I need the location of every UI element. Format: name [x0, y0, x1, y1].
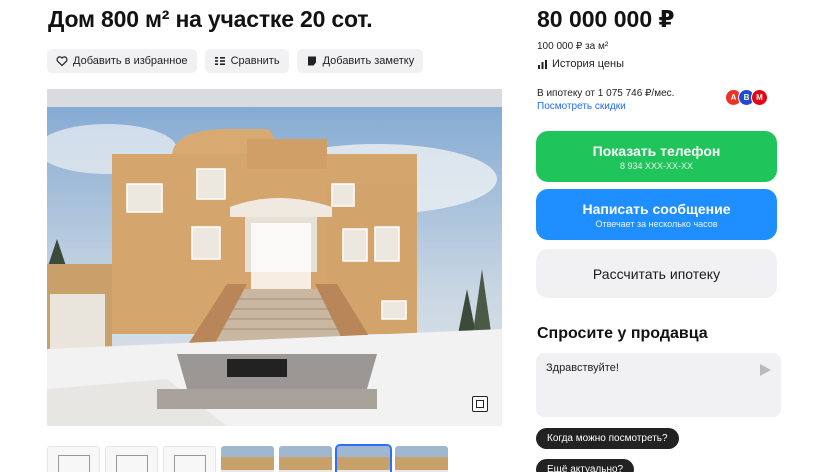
thumbnail-plan[interactable]: [163, 446, 216, 472]
mts-bank-icon: М: [751, 89, 768, 106]
price-history-link[interactable]: История цены: [537, 58, 624, 70]
write-message-button[interactable]: Написать сообщение Отвечает за несколько…: [536, 189, 777, 240]
thumbnail-photo[interactable]: [335, 444, 392, 472]
add-note-button[interactable]: Добавить заметку: [296, 49, 424, 73]
response-time-note: Отвечает за несколько часов: [595, 218, 718, 229]
price-history-label: История цены: [552, 58, 624, 70]
price-per-sqm: 100 000 ₽ за м²: [537, 41, 609, 52]
message-input-value: Здравствуйте!: [546, 362, 619, 374]
compare-icon: [214, 57, 225, 65]
heart-icon: [56, 56, 68, 67]
house-photo-image: [47, 89, 502, 426]
quick-question-chip[interactable]: Ещё актуально?: [536, 459, 635, 472]
calculate-mortgage-button[interactable]: Рассчитать ипотеку: [536, 249, 777, 298]
thumbnail-plan[interactable]: [47, 446, 100, 472]
ask-seller-title: Спросите у продавца: [537, 325, 708, 342]
listing-actions: Добавить в избранное Сравнить Добавить з…: [47, 49, 424, 73]
show-phone-label: Показать телефон: [592, 142, 721, 159]
thumbnail-photo[interactable]: [221, 446, 274, 472]
chart-icon: [538, 59, 547, 69]
thumbnail-photo[interactable]: [395, 446, 448, 472]
thumbnail-photo[interactable]: [279, 446, 332, 472]
fullscreen-icon[interactable]: [472, 396, 488, 412]
phone-number-masked: 8 934 XXX-XX-XX: [619, 160, 694, 171]
discounts-link[interactable]: Посмотреть скидки: [537, 101, 626, 112]
quick-question-chip[interactable]: Когда можно посмотреть?: [536, 428, 679, 449]
write-message-label: Написать сообщение: [582, 200, 731, 217]
favorite-label: Добавить в избранное: [73, 55, 188, 67]
mortgage-offer: В ипотеку от 1 075 746 ₽/мес.: [537, 88, 675, 99]
note-icon: [307, 56, 316, 66]
compare-button[interactable]: Сравнить: [204, 49, 289, 73]
note-label: Добавить заметку: [322, 55, 415, 67]
send-icon[interactable]: [760, 364, 771, 376]
thumbnail-plan[interactable]: [105, 446, 158, 472]
add-to-favorites-button[interactable]: Добавить в избранное: [47, 49, 197, 73]
message-input[interactable]: Здравствуйте!: [536, 353, 781, 417]
price: 80 000 000 ₽: [537, 6, 675, 32]
photo-thumbnails: [47, 444, 448, 472]
calculate-mortgage-label: Рассчитать ипотеку: [592, 265, 721, 282]
compare-label: Сравнить: [230, 55, 280, 67]
bank-logos: А В М: [725, 89, 768, 106]
listing-title: Дом 800 м² на участке 20 сот.: [48, 6, 373, 32]
main-photo[interactable]: [47, 89, 502, 426]
show-phone-button[interactable]: Показать телефон 8 934 XXX-XX-XX: [536, 131, 777, 182]
